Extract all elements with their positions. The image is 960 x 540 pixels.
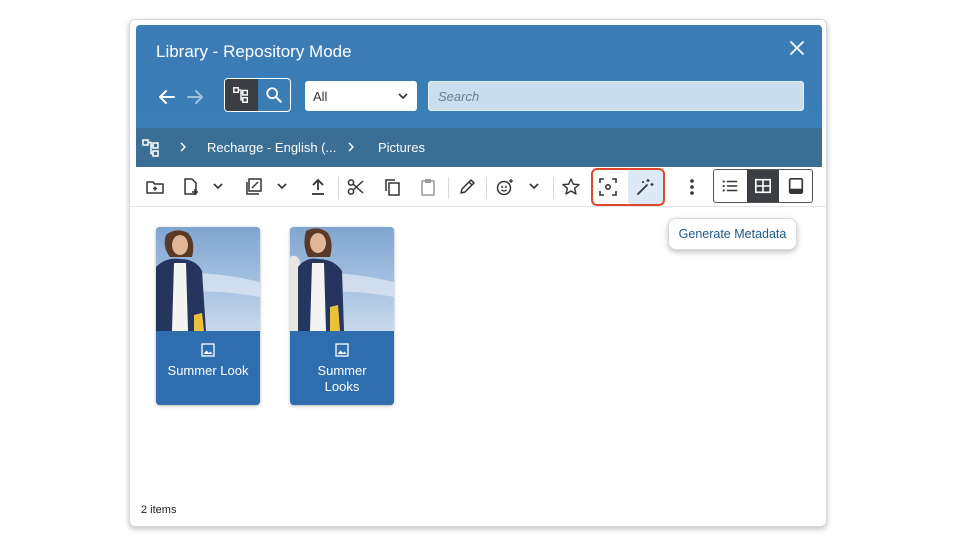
close-icon[interactable] xyxy=(788,39,806,57)
grid-icon xyxy=(754,178,772,194)
preview-view-button[interactable] xyxy=(779,170,812,202)
search-mode-button[interactable] xyxy=(258,79,291,111)
asset-tile-caption: Summer Looks xyxy=(290,331,394,405)
item-count: 2 items xyxy=(141,504,177,516)
scope-select[interactable]: All xyxy=(305,81,417,111)
breadcrumb-item-pictures[interactable]: Pictures xyxy=(378,140,425,155)
toolbar-divider xyxy=(448,177,449,199)
view-toggle-group xyxy=(713,169,813,203)
dialog-title: Library - Repository Mode xyxy=(156,42,352,61)
asset-thumbnail-image xyxy=(156,227,260,331)
ai-assistant-icon[interactable] xyxy=(494,176,516,198)
hierarchy-icon xyxy=(233,87,249,103)
magic-wand-icon[interactable] xyxy=(634,176,656,198)
asset-tile[interactable]: Summer Look xyxy=(156,227,260,405)
chevron-down-icon xyxy=(398,93,408,100)
chevron-down-icon[interactable] xyxy=(212,180,224,192)
list-view-button[interactable] xyxy=(714,170,747,202)
asset-thumbnail-image xyxy=(290,227,394,331)
toolbar-divider xyxy=(486,177,487,199)
tooltip: Generate Metadata xyxy=(668,218,797,250)
chevron-right-icon xyxy=(180,142,187,152)
favorite-star-icon[interactable] xyxy=(560,176,582,198)
toolbar xyxy=(130,167,826,207)
breadcrumb: Recharge - English (... Pictures xyxy=(136,128,822,167)
image-icon xyxy=(335,343,349,357)
asset-name: Summer Looks xyxy=(317,363,367,394)
scope-select-value: All xyxy=(313,88,328,104)
list-icon xyxy=(722,180,738,192)
search-icon xyxy=(266,87,282,103)
new-file-icon[interactable] xyxy=(180,176,202,198)
search-input[interactable] xyxy=(428,81,804,111)
cut-icon[interactable] xyxy=(345,176,367,198)
back-arrow-icon[interactable] xyxy=(156,86,178,108)
paste-icon[interactable] xyxy=(417,176,439,198)
more-options-icon[interactable] xyxy=(681,176,703,198)
forward-arrow-icon[interactable] xyxy=(184,86,206,108)
asset-tile-caption: Summer Look xyxy=(156,331,260,405)
mode-toggle-group xyxy=(224,78,291,112)
chevron-right-icon xyxy=(348,142,355,152)
chevron-down-icon[interactable] xyxy=(276,180,288,192)
scan-focus-icon[interactable] xyxy=(597,176,619,198)
rename-pencil-icon[interactable] xyxy=(456,176,478,198)
hierarchy-root-icon[interactable] xyxy=(141,138,161,158)
toolbar-divider xyxy=(338,177,339,199)
tree-mode-button[interactable] xyxy=(225,79,258,111)
new-folder-icon[interactable] xyxy=(144,176,166,198)
edit-image-icon[interactable] xyxy=(243,176,265,198)
preview-pane-icon xyxy=(788,177,803,195)
upload-icon[interactable] xyxy=(307,176,329,198)
copy-icon[interactable] xyxy=(381,176,403,198)
asset-name: Summer Look xyxy=(167,363,249,378)
image-icon xyxy=(201,343,215,357)
chevron-down-icon[interactable] xyxy=(528,180,540,192)
toolbar-divider xyxy=(553,177,554,199)
asset-tile[interactable]: Summer Looks xyxy=(290,227,394,405)
grid-view-button[interactable] xyxy=(746,170,780,202)
breadcrumb-item-recharge[interactable]: Recharge - English (... xyxy=(207,140,336,155)
library-dialog: Library - Repository Mode All Search Rec… xyxy=(129,19,827,527)
